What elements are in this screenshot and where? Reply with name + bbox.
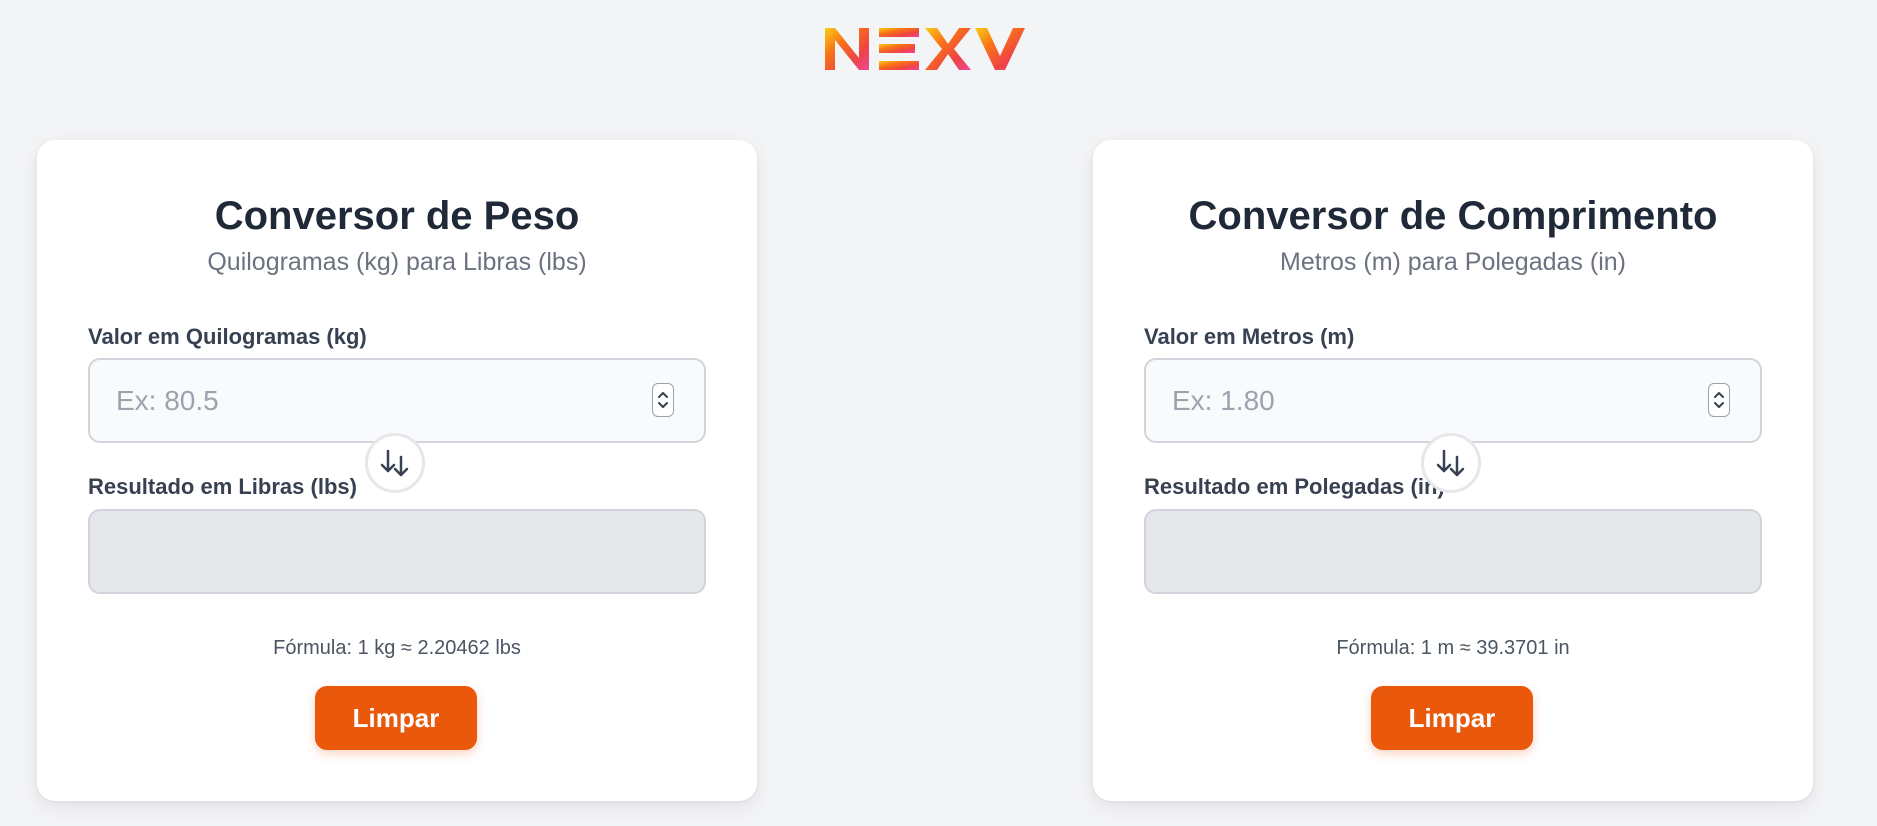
length-formula: Fórmula: 1 m ≈ 39.3701 in — [1336, 637, 1570, 659]
weight-converter-card: Conversor de Peso Quilogramas (kg) para … — [37, 140, 757, 801]
lbs-result-label: Resultado em Libras (lbs) — [88, 474, 357, 499]
kg-number-spinner[interactable] — [652, 383, 674, 417]
length-card-title: Conversor de Comprimento — [1188, 194, 1718, 238]
length-card-subtitle: Metros (m) para Polegadas (in) — [1280, 248, 1626, 276]
weight-card-subtitle: Quilogramas (kg) para Libras (lbs) — [207, 248, 587, 276]
swap-button[interactable] — [1421, 433, 1481, 493]
number-spinner-icon — [658, 392, 668, 408]
m-input-label: Valor em Metros (m) — [1144, 324, 1355, 349]
logo-wordmark — [825, 28, 1025, 70]
kg-input-label: Valor em Quilogramas (kg) — [88, 324, 367, 349]
swap-arrows-icon — [1436, 449, 1465, 477]
length-converter-card: Conversor de Comprimento Metros (m) para… — [1093, 140, 1813, 801]
in-result-field — [1144, 509, 1762, 594]
length-clear-button[interactable]: Limpar — [1371, 686, 1533, 750]
swap-button[interactable] — [365, 433, 425, 493]
swap-arrows-icon — [380, 449, 409, 477]
m-number-spinner[interactable] — [1708, 383, 1730, 417]
in-result-label: Resultado em Polegadas (in) — [1144, 474, 1445, 499]
m-input[interactable]: Ex: 1.80 — [1144, 358, 1762, 443]
weight-clear-button[interactable]: Limpar — [315, 686, 477, 750]
weight-card-title: Conversor de Peso — [214, 194, 580, 238]
m-input-placeholder: Ex: 1.80 — [1172, 385, 1275, 416]
kg-input-placeholder: Ex: 80.5 — [116, 385, 219, 416]
weight-formula: Fórmula: 1 kg ≈ 2.20462 lbs — [273, 637, 521, 659]
nexv-logo — [825, 26, 1025, 72]
kg-input[interactable]: Ex: 80.5 — [88, 358, 706, 443]
lbs-result-field — [88, 509, 706, 594]
number-spinner-icon — [1714, 392, 1724, 408]
